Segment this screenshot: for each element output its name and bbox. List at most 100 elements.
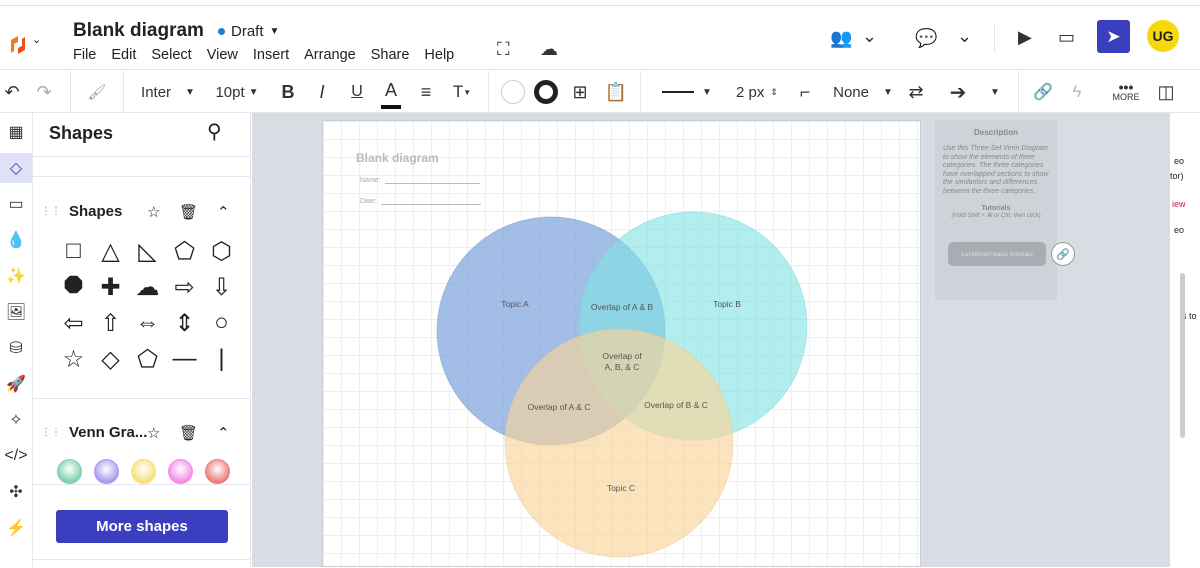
line-color-button[interactable] xyxy=(533,71,559,113)
link-icon[interactable]: 🔗 xyxy=(1051,242,1075,266)
line-width-stepper[interactable]: 2 px ⇕ xyxy=(733,71,781,113)
cloud-saved-icon[interactable]: ☁ xyxy=(540,39,558,60)
align-button[interactable]: ≡ xyxy=(416,71,436,113)
collaborators-icon[interactable]: 👥 xyxy=(830,28,852,49)
font-dropdown[interactable]: Inter ▼ xyxy=(138,71,198,113)
trash-icon[interactable]: 🗑 xyxy=(179,424,198,442)
shape-item[interactable]: ◺ xyxy=(129,237,166,265)
label-topic-c[interactable]: Topic C xyxy=(607,483,635,493)
fill-color-button[interactable] xyxy=(500,71,526,113)
quick-action-icon[interactable]: ⚡ xyxy=(0,513,32,543)
label-overlap-abc-line1[interactable]: Overlap of xyxy=(602,351,642,361)
shape-item[interactable]: □ xyxy=(55,237,92,265)
text-color-button[interactable]: A xyxy=(381,75,401,109)
menu-share[interactable]: Share xyxy=(371,47,410,63)
chevron-down-icon[interactable]: ⌄ xyxy=(957,26,972,47)
panel-toggle-icon[interactable]: ◫ xyxy=(1155,71,1177,113)
shape-item[interactable]: | xyxy=(203,345,240,373)
endpoint-dropdown[interactable]: None ▼ xyxy=(833,71,893,113)
drag-handle-icon[interactable]: ⋮⋮ xyxy=(41,427,61,438)
binoculars-icon[interactable]: ⛶ xyxy=(497,39,510,60)
text-options-button[interactable]: T ▼ xyxy=(450,71,474,113)
menu-select[interactable]: Select xyxy=(151,47,191,63)
document-title[interactable]: Blank diagram xyxy=(73,20,204,42)
code-icon[interactable]: </> xyxy=(0,441,32,471)
venn-circle-shape[interactable] xyxy=(168,459,193,484)
line-style-dropdown[interactable]: ▼ xyxy=(662,71,712,113)
share-button[interactable]: ➤ xyxy=(1097,20,1130,53)
puzzle-icon[interactable]: ✣ xyxy=(0,477,32,507)
trash-icon[interactable]: 🗑 xyxy=(179,203,198,221)
menu-insert[interactable]: Insert xyxy=(253,47,289,63)
shapes-icon[interactable]: ◇ xyxy=(0,153,32,183)
chevron-down-icon[interactable]: ⌄ xyxy=(862,26,877,47)
rocket-icon[interactable]: 🚀 xyxy=(0,369,32,399)
redo-button[interactable]: ↷ xyxy=(32,71,56,113)
lightning-icon[interactable]: ϟ xyxy=(1066,71,1088,113)
shape-item[interactable]: ⬡ xyxy=(203,237,240,265)
search-icon[interactable]: ⚲ xyxy=(207,119,222,144)
link-icon[interactable]: 🔗 xyxy=(1032,71,1054,113)
menu-view[interactable]: View xyxy=(207,47,238,63)
shape-item[interactable]: ⇩ xyxy=(203,273,240,301)
scrollbar[interactable] xyxy=(1180,273,1185,438)
shape-item[interactable]: ⯃ xyxy=(55,273,92,301)
undo-button[interactable]: ↶ xyxy=(0,71,24,113)
venn-circle-shape[interactable] xyxy=(94,459,119,484)
shape-item[interactable]: ⬠ xyxy=(166,237,203,265)
arrow-end-icon[interactable]: ➔ xyxy=(944,71,972,113)
shape-item[interactable]: ⇧ xyxy=(92,309,129,337)
italic-button[interactable]: I xyxy=(312,71,332,113)
menu-arrange[interactable]: Arrange xyxy=(304,47,356,63)
user-avatar[interactable]: UG xyxy=(1147,20,1179,52)
bold-button[interactable]: B xyxy=(278,71,298,113)
shape-item[interactable]: — xyxy=(166,345,203,373)
drag-handle-icon[interactable]: ⋮⋮ xyxy=(41,206,61,217)
crop-icon[interactable]: ⊞ xyxy=(568,71,592,113)
shape-item[interactable]: ✚ xyxy=(92,273,129,301)
label-topic-a[interactable]: Topic A xyxy=(501,299,529,309)
shape-item[interactable]: ◇ xyxy=(92,345,129,373)
label-overlap-bc[interactable]: Overlap of B & C xyxy=(644,400,708,410)
format-painter-icon[interactable]: 🖌 xyxy=(82,71,112,113)
tutorials-button[interactable]: Lucidchart basic tutorials xyxy=(948,242,1046,266)
menu-edit[interactable]: Edit xyxy=(111,47,136,63)
menu-file[interactable]: File xyxy=(73,47,96,63)
diagram-page[interactable]: Blank diagram Name: Date: Topic A Topic … xyxy=(322,120,921,567)
shapes-section-header[interactable]: ⋮⋮ Shapes ☆ 🗑 ⌃ xyxy=(41,203,241,221)
collapse-icon[interactable]: ⌃ xyxy=(217,203,230,221)
swap-arrows-icon[interactable]: ⇄ xyxy=(904,71,928,113)
label-overlap-ac[interactable]: Overlap of A & C xyxy=(528,402,591,412)
sparkle-icon[interactable]: ✧ xyxy=(0,405,32,435)
shape-item[interactable]: △ xyxy=(92,237,129,265)
data-icon[interactable]: ⛁ xyxy=(0,333,32,363)
shape-item[interactable]: ☆ xyxy=(55,345,92,373)
venn-circle-shape[interactable] xyxy=(205,459,230,484)
shape-item[interactable]: ⇦ xyxy=(55,309,92,337)
shape-item[interactable]: ⇕ xyxy=(166,309,203,337)
shape-item[interactable]: ○ xyxy=(203,309,240,337)
comments-icon[interactable]: 💬 xyxy=(915,28,937,49)
fill-drop-icon[interactable]: 💧 xyxy=(0,225,32,255)
star-icon[interactable]: ☆ xyxy=(147,424,160,442)
caret-down-icon[interactable]: ▼ xyxy=(988,71,1002,113)
magic-icon[interactable]: ✨ xyxy=(0,261,32,291)
right-link[interactable]: iew xyxy=(1172,199,1186,209)
collapse-icon[interactable]: ⌃ xyxy=(217,424,230,442)
frame-icon[interactable]: ▭ xyxy=(0,189,32,219)
logo-chevron-icon[interactable]: ⌄ xyxy=(32,33,41,46)
shape-item[interactable]: ⇔ xyxy=(129,309,166,337)
draft-status-dropdown[interactable]: Draft ▼ xyxy=(218,23,279,40)
venn-circle-shape[interactable] xyxy=(57,459,82,484)
lucid-logo-icon[interactable] xyxy=(8,34,28,56)
more-shapes-button[interactable]: More shapes xyxy=(56,510,228,543)
venn-section-header[interactable]: ⋮⋮ Venn Gra... ☆ 🗑 ⌃ xyxy=(41,424,241,442)
label-topic-b[interactable]: Topic B xyxy=(713,299,741,309)
shape-item[interactable]: ⬠ xyxy=(129,345,166,373)
menu-help[interactable]: Help xyxy=(424,47,454,63)
more-button[interactable]: ••• MORE xyxy=(1108,71,1144,113)
conditional-format-icon[interactable]: 📋 xyxy=(604,71,628,113)
shape-item[interactable]: ☁ xyxy=(129,273,166,301)
connector-style-icon[interactable]: ⌐ xyxy=(794,71,816,113)
font-size-dropdown[interactable]: 10pt ▼ xyxy=(212,71,262,113)
